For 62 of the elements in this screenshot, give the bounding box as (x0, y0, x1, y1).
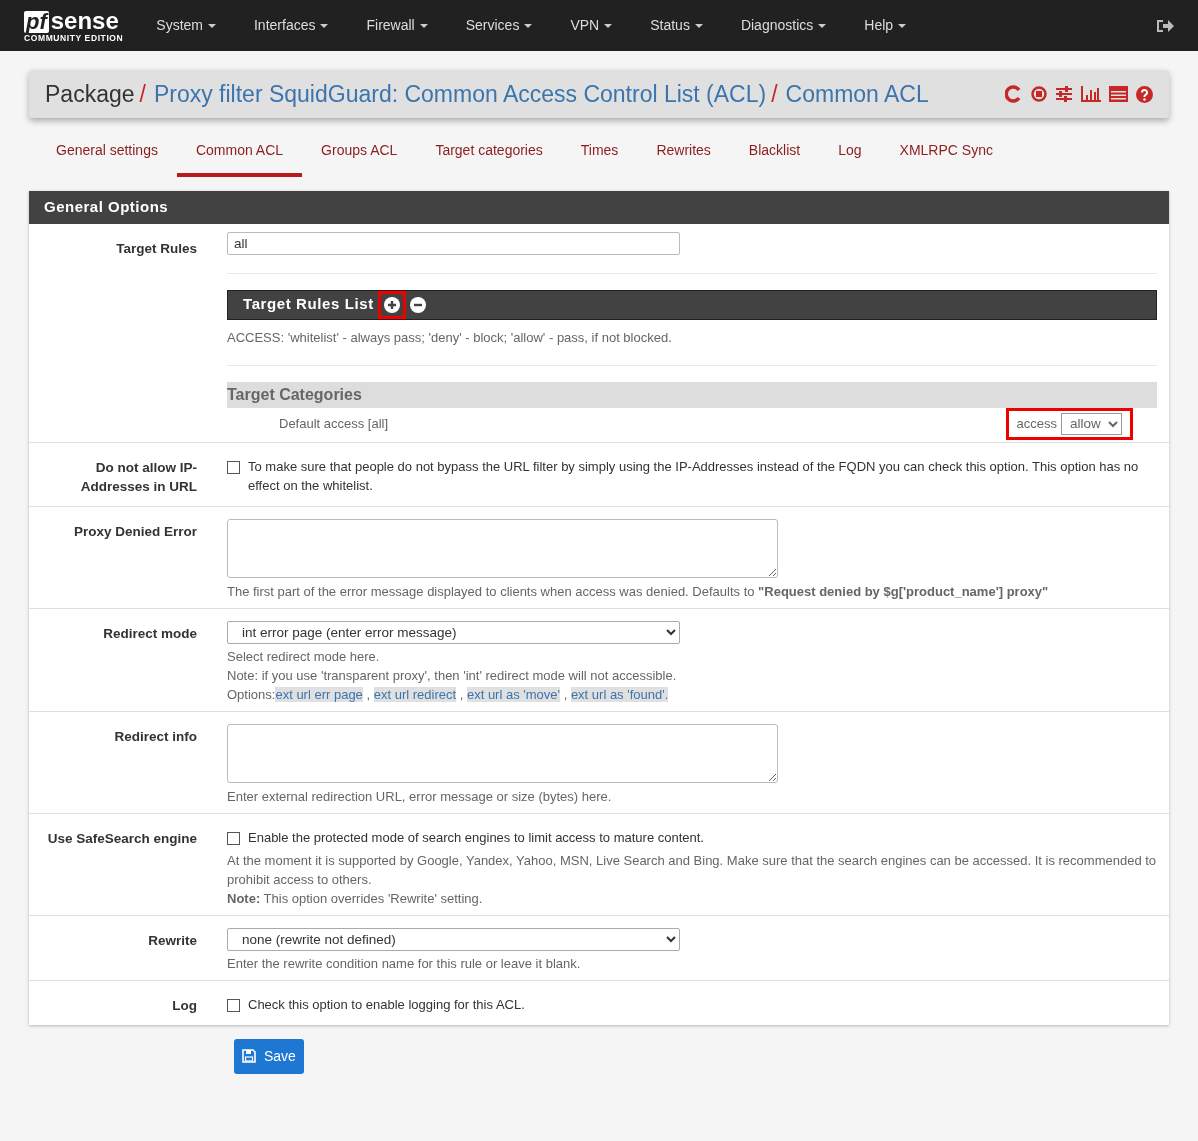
logo-mark[interactable]: pf (24, 10, 49, 33)
tab[interactable]: Target categories (416, 132, 562, 177)
help-text: , (562, 686, 569, 702)
breadcrumb-separator: / (139, 79, 146, 109)
option-link[interactable]: ext url as 'found'. (570, 686, 669, 702)
tab[interactable]: Groups ACL (302, 132, 417, 177)
checkbox-label: To make sure that people do not bypass the URL filter by simply using the IP-Addresses instead of the FQDN you can check this option. This option has no effect on the whitelist. (248, 457, 1140, 495)
help-text: Options: (227, 686, 276, 702)
nav-menu[interactable]: Firewall (347, 15, 447, 36)
breadcrumb-link[interactable]: Common ACL (785, 76, 929, 112)
breadcrumb-item: Package (45, 79, 135, 109)
checkbox-label: Check this option to enable logging for this ACL. (248, 995, 525, 1014)
checkbox-label: Enable the protected mode of search engines to limit access to mature content. (248, 828, 704, 847)
edition-label: COMMUNITY EDITION (24, 33, 124, 43)
field-label: Log (172, 997, 197, 1013)
help-text: ACCESS: 'whitelist' - always pass; 'deny' - block; 'allow' - pass, if not blocked. (227, 328, 673, 347)
section-title: Target Rules List (243, 294, 374, 315)
tab[interactable]: General settings (37, 132, 177, 177)
nav-menu[interactable]: Services (446, 15, 552, 36)
section-title: Target Categories (227, 385, 362, 403)
nav-menu[interactable]: Diagnostics (721, 15, 846, 36)
help-text: The first part of the error message displayed to clients when access was denied. Defaults to "Request denied by $g['product_name'] proxy" (227, 582, 1050, 601)
nav-menu[interactable]: Interfaces (235, 15, 348, 36)
help-text: Enter external redirection URL, error message or size (bytes) here. (227, 787, 613, 806)
save-button[interactable]: Save (234, 1038, 304, 1074)
field-label: Rewrite (148, 932, 197, 948)
option-link[interactable]: ext url redirect (373, 686, 457, 702)
nav-menu[interactable]: Help (845, 15, 926, 36)
select-field[interactable]: none (rewrite not defined) (227, 927, 680, 951)
tab[interactable]: Blacklist (729, 132, 820, 177)
nav-menu[interactable]: Status (631, 15, 722, 36)
field-label: Target Rules (116, 240, 197, 256)
panel-heading: General Options (29, 191, 1169, 224)
help-text: Note: if you use 'transparent proxy', then 'int' redirect mode will not accessible. (227, 666, 678, 685)
nav-menu[interactable]: VPN (551, 15, 632, 36)
field-label: Use SafeSearch engine (47, 830, 197, 846)
field-label: Redirect mode (103, 625, 197, 641)
access-label: access (1016, 415, 1057, 433)
access-select[interactable]: allow (1061, 412, 1122, 435)
tab[interactable]: Log (819, 132, 881, 177)
category-label: Default access [all] (278, 415, 389, 433)
field-label: Do not allow IP-Addresses in URL (80, 459, 197, 495)
logo-wordmark[interactable]: sense (50, 8, 119, 33)
field-label: Redirect info (114, 728, 197, 744)
tab[interactable]: Rewrites (637, 132, 730, 177)
help-text: , (365, 686, 372, 702)
help-text: , (458, 686, 465, 702)
help-text: Note: This option overrides 'Rewrite' setting. (227, 889, 484, 908)
breadcrumb-separator: / (771, 79, 778, 109)
text-input[interactable]: all (227, 231, 680, 255)
option-link[interactable]: ext url err page (275, 686, 363, 702)
field-label: Proxy Denied Error (73, 523, 197, 539)
tab[interactable]: Common ACL (176, 132, 303, 177)
option-link[interactable]: ext url as 'move' (466, 686, 561, 702)
tab[interactable]: XMLRPC Sync (880, 132, 1012, 177)
select-field[interactable]: int error page (enter error message) (227, 620, 680, 644)
help-text: Enter the rewrite condition name for this rule or leave it blank. (227, 954, 582, 973)
help-text: At the moment it is supported by Google, Yandex, Yahoo, MSN, Live Search and Bing. Make sure that the search engines can be accessed. It is recommended to prohibit access to others. (227, 851, 1157, 889)
tab[interactable]: Times (561, 132, 638, 177)
breadcrumb-link[interactable]: Proxy filter SquidGuard: Common Access Control List (ACL) (153, 76, 767, 112)
help-text: Select redirect mode here. (227, 647, 381, 666)
nav-menu[interactable]: System (137, 15, 235, 36)
